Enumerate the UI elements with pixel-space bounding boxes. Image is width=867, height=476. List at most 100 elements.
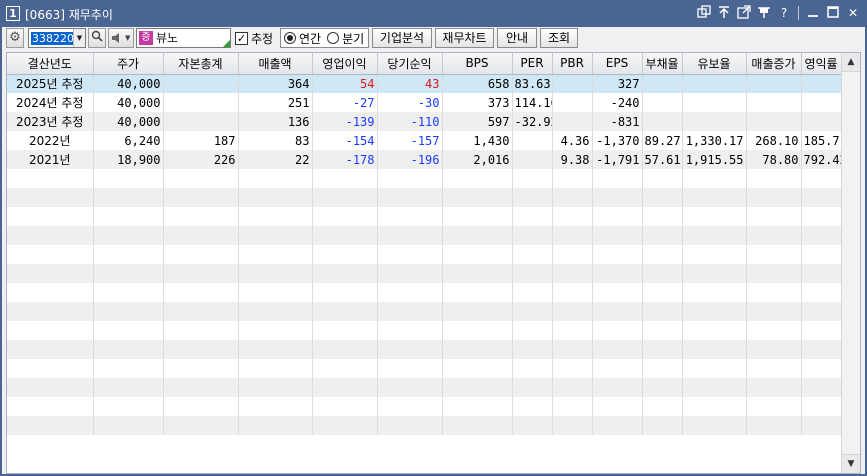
maximize-icon[interactable] <box>825 5 841 21</box>
column-header[interactable]: 자본총계 <box>163 53 239 75</box>
column-header[interactable]: PBR <box>552 53 593 75</box>
empty-row <box>7 207 842 226</box>
table-cell <box>682 359 747 378</box>
table-cell <box>512 150 553 169</box>
table-cell: -1,370 <box>592 131 643 150</box>
table-cell: 1,330.17 <box>682 131 747 150</box>
radio-annual[interactable] <box>284 32 296 44</box>
table-cell: -1,791 <box>592 150 643 169</box>
stock-code-input[interactable]: 338220 ▼ <box>28 28 86 48</box>
table-cell <box>7 340 94 359</box>
column-header[interactable]: 주가 <box>93 53 164 75</box>
financial-chart-button[interactable]: 재무차트 <box>435 28 494 48</box>
minimize-icon[interactable] <box>805 5 821 21</box>
speaker-icon <box>111 29 123 54</box>
table-row[interactable]: 2022년 6,240 187 83 -154 -157 1,430 4.36 -1,370 89… <box>7 131 842 150</box>
scroll-up-icon[interactable]: ▲ <box>842 53 860 72</box>
table-cell <box>163 169 239 188</box>
table-cell: -110 <box>377 112 443 131</box>
table-cell <box>642 93 683 112</box>
column-header[interactable]: BPS <box>442 53 513 75</box>
table-cell <box>801 283 842 302</box>
chevron-down-icon[interactable]: ▼ <box>73 29 85 47</box>
table-row[interactable]: 2024년 추정40,000 251-27-30373114.16 -240 <box>7 93 842 112</box>
table-cell <box>512 321 553 340</box>
table-cell <box>552 226 593 245</box>
table-cell <box>7 321 94 340</box>
table-cell <box>93 378 164 397</box>
pin-top-icon[interactable] <box>716 5 732 21</box>
close-icon[interactable]: ✕ <box>845 5 861 21</box>
table-cell <box>642 397 683 416</box>
inquiry-button[interactable]: 조회 <box>540 28 578 48</box>
table-row[interactable]: 2023년 추정40,000 136-139-110597-32.92 -831 <box>7 112 842 131</box>
table-cell <box>238 283 313 302</box>
table-cell <box>512 169 553 188</box>
table-cell <box>163 321 239 340</box>
table-cell <box>552 74 593 93</box>
table-cell: 18,900 <box>93 150 164 169</box>
checkbox-checked-icon[interactable]: ✓ <box>235 31 248 45</box>
market-badge: 증 <box>139 31 153 45</box>
table-cell <box>682 340 747 359</box>
table-cell <box>377 245 443 264</box>
table-cell <box>163 302 239 321</box>
table-cell <box>746 378 802 397</box>
table-cell: 268.10 <box>746 131 802 150</box>
column-header[interactable]: 유보율 <box>682 53 747 75</box>
table-cell <box>746 397 802 416</box>
title-bar[interactable]: 1 [0663] 재무추이 ? ✕ <box>0 0 867 27</box>
table-cell <box>377 302 443 321</box>
table-cell <box>442 302 513 321</box>
table-row[interactable]: 2025년 추정 40,000 364 54 43 658 83.63 327 <box>7 74 842 93</box>
scroll-down-icon[interactable]: ▼ <box>842 454 860 473</box>
guide-button[interactable]: 안내 <box>497 28 537 48</box>
company-analysis-button[interactable]: 기업분석 <box>372 28 432 48</box>
search-icon[interactable] <box>88 28 106 48</box>
print-icon[interactable] <box>756 5 772 21</box>
column-header[interactable]: PER <box>512 53 553 75</box>
window-number-badge[interactable]: 1 <box>6 6 20 21</box>
table-cell <box>592 169 643 188</box>
table-row[interactable]: 2021년 18,900 226 22 -178 -196 2,016 9.38 -1,791 5… <box>7 150 842 169</box>
table-cell <box>442 416 513 435</box>
column-header[interactable]: 결산년도 <box>7 53 94 75</box>
column-header[interactable]: 영업이익 <box>312 53 378 75</box>
table-cell <box>746 245 802 264</box>
table-cell <box>238 245 313 264</box>
column-header[interactable]: 영익률 <box>801 53 842 75</box>
column-header[interactable]: 당기순익 <box>377 53 443 75</box>
table-cell <box>312 359 378 378</box>
table-cell <box>682 169 747 188</box>
table-cell: 40,000 <box>93 112 164 131</box>
table-cell: 364 <box>238 74 313 93</box>
empty-row <box>7 169 842 188</box>
table-cell <box>642 112 683 131</box>
radio-quarter[interactable] <box>327 32 340 44</box>
speaker-menu-button[interactable]: ▼ <box>108 28 134 48</box>
table-cell <box>592 188 643 207</box>
table-cell <box>642 340 683 359</box>
link-icon[interactable] <box>696 5 712 21</box>
table-cell <box>592 416 643 435</box>
vertical-scrollbar[interactable]: ▲ ▼ <box>841 53 860 473</box>
table-cell <box>93 340 164 359</box>
table-cell <box>746 416 802 435</box>
estimate-checkbox[interactable]: ✓ 추정 <box>235 28 273 48</box>
popout-icon[interactable] <box>736 5 752 21</box>
stock-name-field[interactable]: 증 뷰노 <box>136 28 231 48</box>
column-header[interactable]: 부채율 <box>642 53 683 75</box>
table-cell <box>552 359 593 378</box>
empty-row <box>7 283 842 302</box>
financial-trend-grid[interactable]: 결산년도 주가 자본총계 매출액 영업이익 당기순익 BPS PER PBR EPS 부채율 유보율 매… <box>6 52 861 474</box>
help-icon[interactable]: ? <box>776 5 792 21</box>
column-header[interactable]: EPS <box>592 53 643 75</box>
table-cell <box>442 340 513 359</box>
table-cell: -30 <box>377 93 443 112</box>
table-cell <box>552 93 593 112</box>
period-radio-group: 연간 분기 <box>280 28 369 48</box>
table-cell: 9.38 <box>552 150 593 169</box>
column-header[interactable]: 매출증가 <box>746 53 802 75</box>
gear-icon[interactable]: ⚙ <box>6 28 24 48</box>
column-header[interactable]: 매출액 <box>238 53 313 75</box>
